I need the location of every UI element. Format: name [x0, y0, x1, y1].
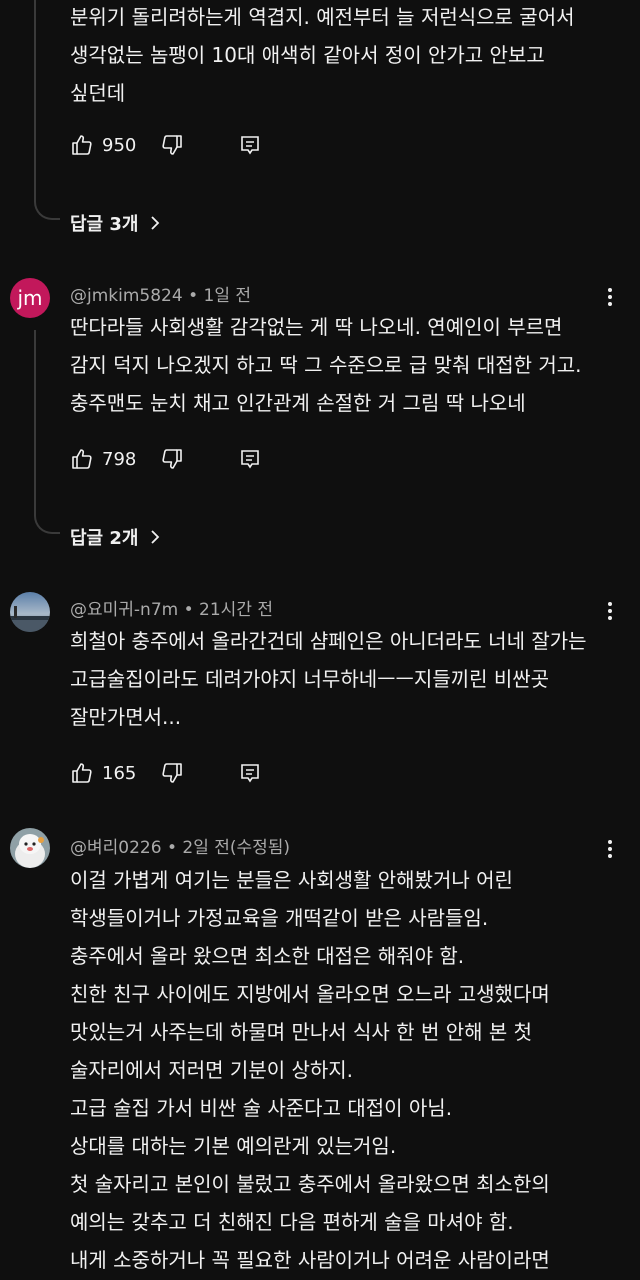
replies-label: 답글 2개 — [70, 528, 139, 549]
author-name[interactable]: @요미귀-n7m — [70, 600, 178, 620]
more-vert-icon — [608, 288, 612, 306]
chevron-right-icon — [151, 530, 160, 544]
comment-actions: 798 — [70, 444, 262, 474]
thread-curve — [34, 196, 60, 220]
comment-line: 맛있는거 사주는데 하물며 만나서 식사 한 번 안해 본 첫 — [70, 1020, 533, 1044]
comment-line: 잘만가면서... — [70, 705, 182, 729]
avatar[interactable] — [10, 592, 50, 632]
comment-line: 첫 술자리고 본인이 불렀고 충주에서 올라왔으면 최소한의 — [70, 1172, 550, 1196]
like-count: 798 — [102, 448, 137, 470]
like-button[interactable]: 165 — [70, 761, 136, 785]
comment-line: 딴다라들 사회생활 감각없는 게 딱 나오네. 연예인이 부르면 — [70, 315, 563, 339]
comment-line: 술자리에서 저러면 기분이 상하지. — [70, 1058, 354, 1082]
like-button[interactable]: 798 — [70, 447, 136, 471]
timestamp: • 1일 전 — [182, 286, 252, 306]
comment-line: 예의는 갖추고 더 친해진 다음 편하게 술을 마셔야 함. — [70, 1210, 514, 1234]
thumbs-up-icon — [72, 135, 92, 155]
comment-line: 싶던데 — [70, 81, 126, 105]
thumbs-down-icon — [162, 135, 183, 155]
comment-actions: 950 — [70, 130, 262, 160]
like-count: 165 — [102, 762, 137, 784]
comment-menu-button[interactable] — [600, 285, 620, 309]
author-name[interactable]: @벼리0226 — [70, 838, 162, 858]
comment-line: 고급술집이라도 데려가야지 너무하네ㅡㅡ지들끼린 비싼곳 — [70, 667, 550, 691]
comment-line: 분위기 돌리려하는게 역겹지. 예전부터 늘 저런식으로 굴어서 — [70, 5, 575, 29]
comment-meta: @벼리0226 • 2일 전(수정됨) — [70, 833, 290, 858]
comment-line: 충주맨도 눈치 채고 인간관계 손절한 거 그림 딱 나오네 — [70, 391, 526, 415]
avatar-image — [10, 592, 50, 632]
comment-line: 고급 술집 가서 비싼 술 사준다고 대접이 아님. — [70, 1096, 453, 1120]
author-name[interactable]: @jmkim5824 — [70, 286, 183, 306]
avatar-image — [10, 828, 50, 868]
comment-line: 충주에서 올라 왔으면 최소한 대접은 해줘야 함. — [70, 944, 465, 968]
replies-label: 답글 3개 — [70, 214, 139, 235]
like-count: 950 — [102, 134, 137, 156]
comment-line: 감지 덕지 나오겠지 하고 딱 그 수준으로 급 맞춰 대접한 거고. — [70, 353, 582, 377]
comment-menu-button[interactable] — [600, 837, 620, 861]
comment-line: 내게 소중하거나 꼭 필요한 사람이거나 어려운 사람이라면 — [70, 1248, 550, 1272]
more-vert-icon — [608, 840, 612, 858]
comment-line: 학생들이거나 가정교육을 개떡같이 받은 사람들임. — [70, 906, 489, 930]
more-vert-icon — [608, 602, 612, 620]
view-replies-link[interactable]: 답글 2개 — [70, 524, 162, 550]
thumbs-up-icon — [72, 763, 92, 783]
comment-text: 딴다라들 사회생활 감각없는 게 딱 나오네. 연예인이 부르면 감지 덕지 나… — [70, 308, 610, 422]
comment-text: 분위기 돌리려하는게 역겹지. 예전부터 늘 저런식으로 굴어서 생각없는 놈팽… — [70, 0, 610, 112]
avatar[interactable]: jm — [10, 278, 50, 318]
thread-line — [34, 330, 36, 510]
timestamp: • 2일 전(수정됨) — [161, 838, 291, 858]
comment-menu-button[interactable] — [600, 599, 620, 623]
reply-button[interactable] — [238, 447, 262, 471]
comment-actions: 165 — [70, 758, 262, 788]
comment-line: 희철아 충주에서 올라간건데 샴페인은 아니더라도 너네 잘가는 — [70, 629, 587, 653]
avatar[interactable] — [10, 828, 50, 868]
thread-line — [34, 0, 36, 196]
comment-meta: @jmkim5824 • 1일 전 — [70, 281, 251, 306]
comment-line: 생각없는 놈팽이 10대 애색히 같아서 정이 안가고 안보고 — [70, 43, 545, 67]
thumbs-down-icon — [162, 763, 183, 783]
thread-curve — [34, 510, 60, 534]
thumbs-down-icon — [162, 449, 183, 469]
comment-meta: @요미귀-n7m • 21시간 전 — [70, 595, 273, 620]
comment-line: 상대를 대하는 기본 예의란게 있는거임. — [70, 1134, 397, 1158]
dislike-button[interactable] — [160, 761, 184, 785]
comment-text: 희철아 충주에서 올라간건데 샴페인은 아니더라도 너네 잘가는 고급술집이라도… — [70, 622, 610, 736]
reply-button[interactable] — [238, 761, 262, 785]
comment-line: 친한 친구 사이에도 지방에서 올라오면 오느라 고생했다며 — [70, 982, 550, 1006]
view-replies-link[interactable]: 답글 3개 — [70, 210, 162, 236]
like-button[interactable]: 950 — [70, 133, 136, 157]
avatar-initials: jm — [17, 286, 43, 310]
reply-icon — [241, 764, 260, 783]
timestamp: • 21시간 전 — [178, 600, 274, 620]
reply-icon — [241, 450, 260, 469]
chevron-right-icon — [151, 216, 160, 230]
comment-text: 이걸 가볍게 여기는 분들은 사회생활 안해봤거나 어린 학생들이거나 가정교육… — [70, 861, 610, 1279]
reply-button[interactable] — [238, 133, 262, 157]
dislike-button[interactable] — [160, 447, 184, 471]
thumbs-up-icon — [72, 449, 92, 469]
dislike-button[interactable] — [160, 133, 184, 157]
reply-icon — [241, 136, 260, 155]
comment-line: 이걸 가볍게 여기는 분들은 사회생활 안해봤거나 어린 — [70, 868, 513, 892]
